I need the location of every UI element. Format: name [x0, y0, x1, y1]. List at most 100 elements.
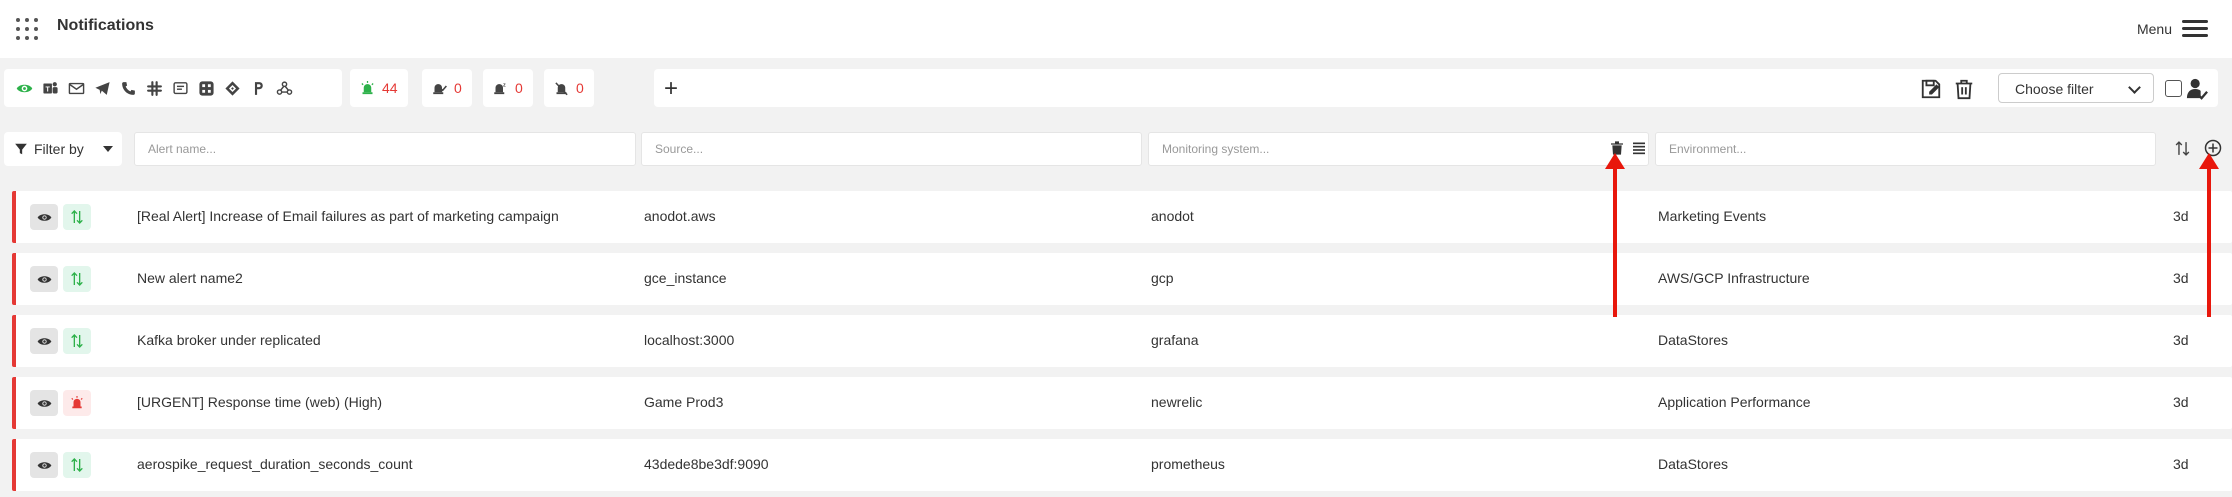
active-alerts-counter[interactable]: 44	[350, 69, 408, 107]
active-alert-icon	[361, 80, 374, 94]
eye-icon	[37, 337, 51, 345]
filter-by-dropdown[interactable]: Filter by	[4, 132, 122, 166]
alert-age: 3d	[2173, 332, 2189, 348]
muted-alerts-counter[interactable]: 0	[544, 69, 594, 107]
snoozed-alerts-counter[interactable]: z 0	[483, 69, 533, 107]
view-alert-button[interactable]	[30, 266, 58, 292]
alert-name: aerospike_request_duration_seconds_count	[137, 456, 413, 472]
svg-text:T: T	[46, 85, 51, 93]
updown-arrows-icon	[71, 210, 83, 224]
eye-icon	[37, 461, 51, 469]
alert-age: 3d	[2173, 270, 2189, 286]
alert-monitoring-system: prometheus	[1151, 456, 1225, 472]
eye-icon	[37, 213, 51, 221]
alert-row[interactable]: New alert name2 gce_instance gcp AWS/GCP…	[12, 253, 2232, 305]
sms-icon[interactable]	[170, 78, 191, 98]
annotation-arrow	[2199, 153, 2219, 317]
alert-source: localhost:3000	[644, 332, 735, 348]
alert-name: Kafka broker under replicated	[137, 332, 321, 348]
teams-icon[interactable]: T	[40, 78, 61, 98]
alert-source: anodot.aws	[644, 208, 716, 224]
snoozed-alert-icon: z	[494, 82, 506, 94]
alert-row[interactable]: [URGENT] Response time (web) (High) Game…	[12, 377, 2232, 429]
hamburger-menu-icon[interactable]	[2182, 20, 2208, 38]
alert-environment: Marketing Events	[1658, 208, 1767, 224]
filter-by-label: Filter by	[34, 141, 84, 157]
alert-status-button[interactable]	[63, 452, 91, 478]
alert-status-button[interactable]	[63, 204, 91, 230]
updown-arrows-icon	[71, 272, 83, 286]
alert-source: Game Prod3	[644, 394, 724, 410]
alert-age: 3d	[2173, 394, 2189, 410]
view-alert-button[interactable]	[30, 390, 58, 416]
app-header: Notifications Menu	[0, 0, 2232, 58]
apps-grid-icon[interactable]	[16, 18, 38, 40]
toolbar-actions: + Choose filter	[654, 69, 2218, 107]
alarm-icon	[71, 396, 83, 409]
page-title: Notifications	[57, 17, 154, 34]
filter-row: Filter by	[0, 130, 2232, 168]
save-filter-icon[interactable]	[1920, 78, 1942, 100]
email-icon[interactable]	[66, 78, 87, 98]
alert-status-button[interactable]	[63, 390, 91, 416]
updown-arrows-icon	[71, 334, 83, 348]
monitoring-system-filter-input[interactable]	[1148, 132, 1649, 166]
alert-monitoring-system: newrelic	[1151, 394, 1203, 410]
choose-filter-dropdown[interactable]: Choose filter	[1998, 73, 2154, 103]
alert-age: 3d	[2173, 456, 2189, 472]
alert-name: New alert name2	[137, 270, 243, 286]
alert-environment: AWS/GCP Infrastructure	[1658, 270, 1810, 286]
choose-filter-label: Choose filter	[2015, 81, 2094, 97]
menu-label[interactable]: Menu	[2137, 21, 2172, 37]
webhook-icon[interactable]	[274, 78, 295, 98]
alert-status-button[interactable]	[63, 328, 91, 354]
chevron-down-icon	[2128, 81, 2141, 94]
view-alert-button[interactable]	[30, 328, 58, 354]
alert-name-filter-input[interactable]	[134, 132, 636, 166]
alert-environment: DataStores	[1658, 456, 1729, 472]
eye-icon[interactable]	[14, 78, 35, 98]
alert-monitoring-system: gcp	[1151, 270, 1174, 286]
list-icon[interactable]	[1631, 140, 1647, 156]
jira-icon[interactable]	[222, 78, 243, 98]
alert-row[interactable]: Kafka broker under replicated localhost:…	[12, 315, 2232, 367]
filter-icon	[15, 143, 27, 155]
channel-filter-group: T	[4, 69, 342, 107]
acknowledged-alert-icon	[433, 83, 447, 94]
alert-row[interactable]: aerospike_request_duration_seconds_count…	[12, 439, 2232, 491]
slack-icon[interactable]	[144, 78, 165, 98]
pagerduty-icon[interactable]	[248, 78, 269, 98]
acknowledged-alerts-counter[interactable]: 0	[422, 69, 472, 107]
environment-filter-input[interactable]	[1655, 132, 2156, 166]
alert-age: 3d	[2173, 208, 2189, 224]
snoozed-alerts-count: 0	[515, 80, 523, 96]
alert-status-button[interactable]	[63, 266, 91, 292]
alert-source: gce_instance	[644, 270, 727, 286]
alert-monitoring-system: grafana	[1151, 332, 1199, 348]
assigned-user-icon[interactable]	[2186, 78, 2208, 100]
alert-environment: Application Performance	[1658, 394, 1811, 410]
sort-icon[interactable]	[2174, 140, 2191, 162]
updown-arrows-icon	[71, 458, 83, 472]
alert-name: [Real Alert] Increase of Email failures …	[137, 208, 559, 224]
grid-icon[interactable]	[196, 78, 217, 98]
select-all-checkbox[interactable]	[2165, 80, 2182, 97]
telegram-icon[interactable]	[92, 78, 113, 98]
source-filter-input[interactable]	[641, 132, 1142, 166]
caret-down-icon	[103, 146, 113, 152]
annotation-arrow	[1605, 153, 1625, 317]
alert-environment: DataStores	[1658, 332, 1729, 348]
alert-name: [URGENT] Response time (web) (High)	[137, 394, 383, 410]
active-alerts-count: 44	[382, 80, 398, 96]
alert-monitoring-system: anodot	[1151, 208, 1194, 224]
eye-icon	[37, 275, 51, 283]
alert-row[interactable]: [Real Alert] Increase of Email failures …	[12, 191, 2232, 243]
delete-filter-icon[interactable]	[1953, 78, 1975, 100]
muted-alert-icon	[555, 81, 568, 95]
acknowledged-alerts-count: 0	[454, 80, 462, 96]
phone-icon[interactable]	[118, 78, 139, 98]
view-alert-button[interactable]	[30, 204, 58, 230]
add-button[interactable]: +	[664, 75, 678, 103]
view-alert-button[interactable]	[30, 452, 58, 478]
alert-source: 43dede8be3df:9090	[644, 456, 769, 472]
